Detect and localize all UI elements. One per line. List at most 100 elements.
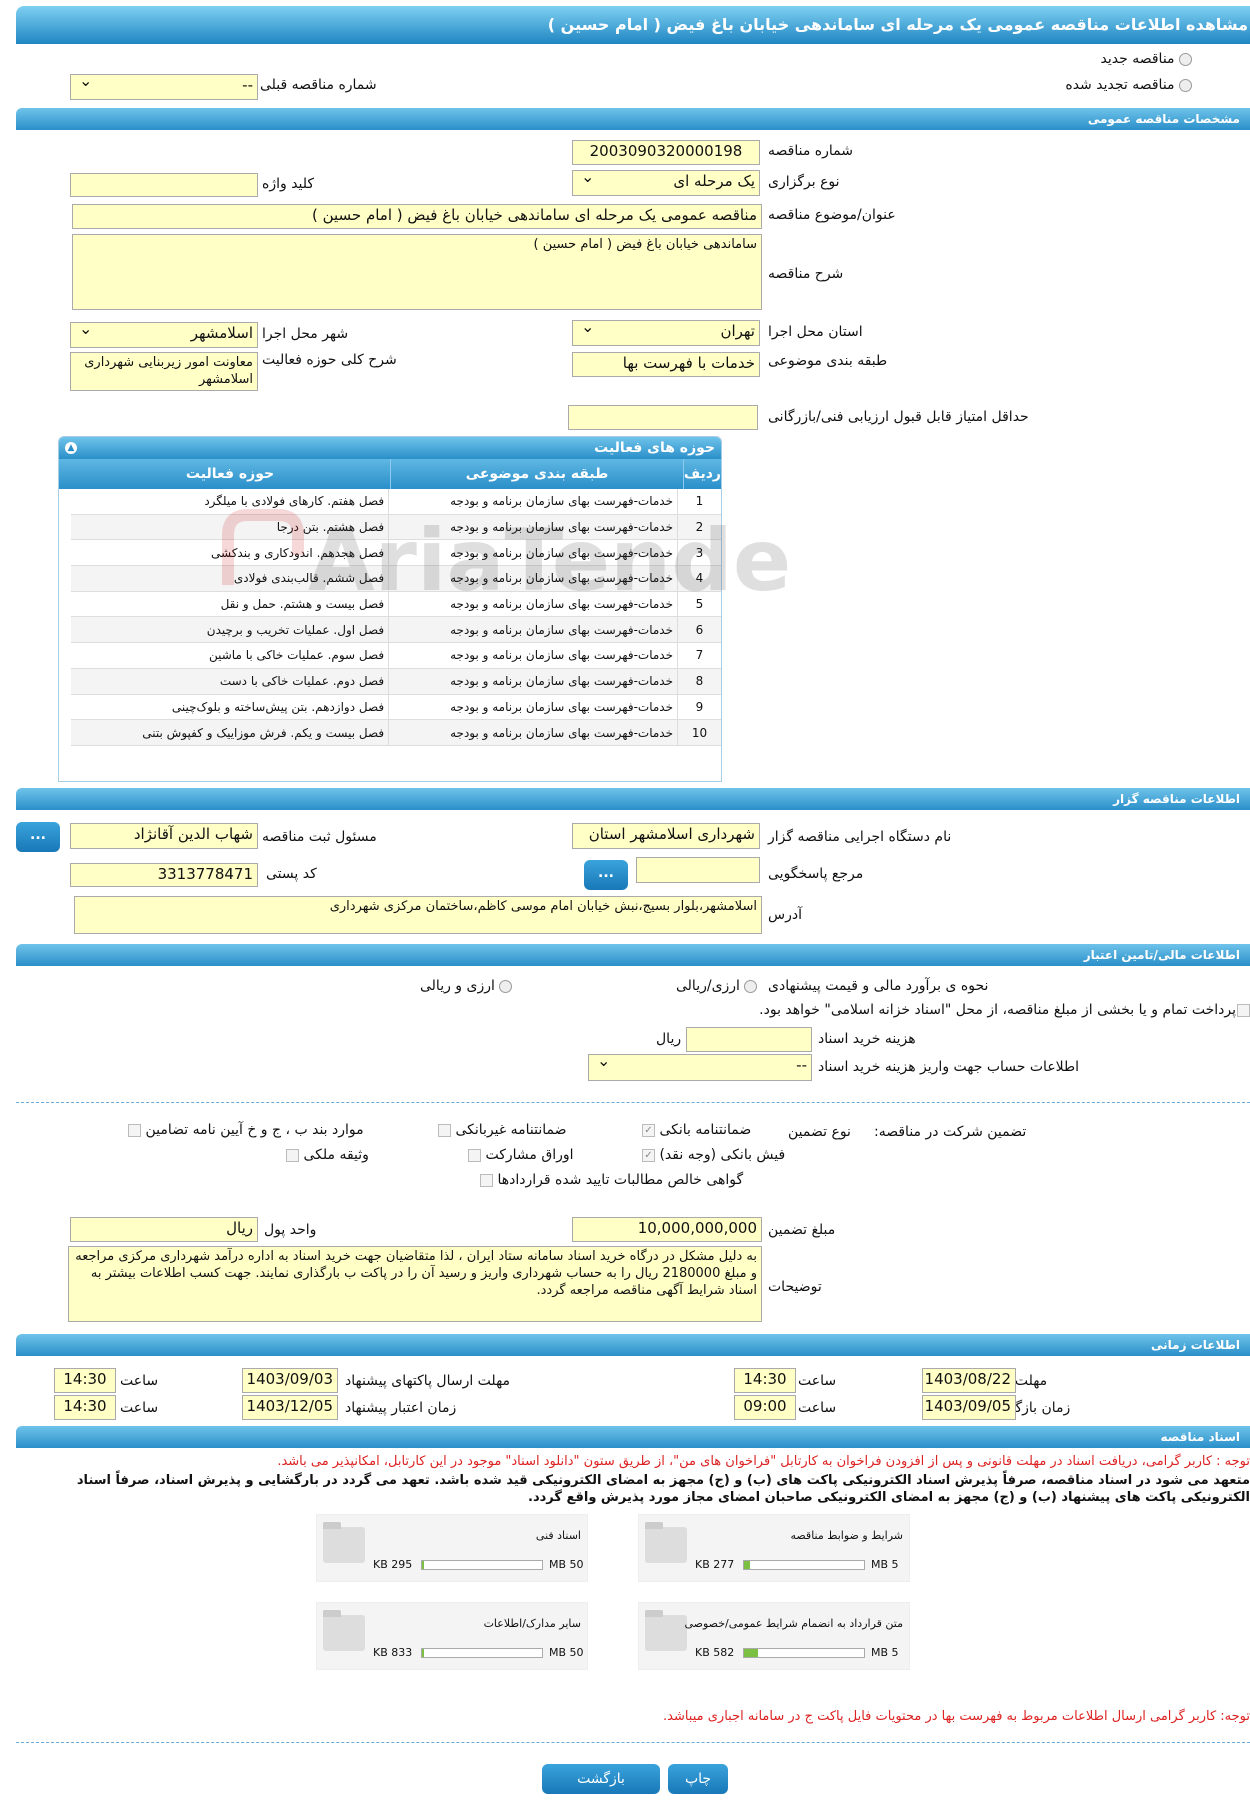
finance-section-header: اطلاعات مالی/تامین اعتبار [16, 944, 1250, 966]
select-reference-button[interactable]: ... [584, 860, 628, 890]
file-size: 295 KB [373, 1558, 413, 1571]
guarantee-label: تضمین شرکت در مناقصه: [874, 1124, 1027, 1140]
file-card-technical[interactable]: اسناد فنی 295 KB 50 MB [316, 1514, 588, 1582]
row-index-cell: 4 [677, 565, 721, 592]
receive-time-label: ساعت [798, 1373, 837, 1389]
prev-tender-select[interactable]: -- [70, 74, 258, 100]
gt-bonds-label: اوراق مشارکت [485, 1147, 574, 1163]
province-label: استان محل اجرا [768, 324, 863, 340]
activities-title: حوزه های فعالیت [594, 440, 715, 456]
category-cell: خدمات-فهرست بهای سازمان برنامه و بودجه [388, 591, 678, 618]
address-label: آدرس [768, 907, 802, 923]
table-row: 3 خدمات-فهرست بهای سازمان برنامه و بودجه ف… [71, 539, 721, 567]
city-select[interactable]: اسلامشهر [70, 322, 258, 348]
folder-icon [645, 1522, 687, 1563]
province-select[interactable]: تهران [572, 320, 760, 346]
gt-bonds[interactable]: اوراق مشارکت [468, 1147, 574, 1163]
gt-bank-label: ضمانتنامه بانکی [659, 1122, 752, 1138]
radio-icon [1179, 78, 1192, 92]
gt-claims[interactable]: گواهی خالص مطالبات تایید شده قراردادها [480, 1172, 743, 1188]
currency-label: واحد پول [264, 1222, 317, 1238]
row-index-cell: 3 [677, 539, 721, 567]
checkbox-icon [480, 1173, 493, 1187]
title-label: عنوان/موضوع مناقصه [768, 207, 896, 223]
submit-deadline-field[interactable]: 1403/09/03 [242, 1368, 338, 1393]
currency-field[interactable]: ریال [70, 1217, 258, 1242]
doc-cost-field[interactable] [686, 1027, 812, 1052]
radio-icon [744, 979, 758, 993]
checkbox-icon [128, 1123, 141, 1137]
category-cell: خدمات-فهرست بهای سازمان برنامه و بودجه [388, 642, 678, 669]
opt-fx-radio[interactable]: ارزی و ریالی [420, 978, 513, 994]
file-name: اسناد فنی [535, 1529, 581, 1542]
activity-desc-field[interactable]: معاونت امور زیربنایی شهرداری اسلامشهر [70, 352, 258, 391]
file-progress [421, 1648, 543, 1658]
org-field[interactable]: شهرداری اسلامشهر استان [572, 823, 760, 849]
checkbox-icon [1237, 1003, 1250, 1017]
opening-time-field[interactable]: 09:00 [734, 1395, 796, 1420]
new-tender-radio[interactable]: مناقصه جدید [1101, 51, 1192, 67]
file-name: شرایط و ضوابط مناقصه [790, 1529, 904, 1542]
row-index-cell: 5 [677, 591, 721, 618]
docs-notice: توجه : کاربر گرامی، دریافت اسناد در مهلت… [277, 1454, 1250, 1469]
gt-cash[interactable]: فیش بانکی (وجه نقد) ✓ [642, 1147, 785, 1163]
keyword-field[interactable] [70, 173, 258, 197]
gt-clauses-label: موارد بند ب ، ج و خ آیین نامه تضامین [145, 1122, 364, 1138]
file-max: 5 MB [871, 1646, 899, 1659]
file-name: سایر مدارک/اطلاعات [483, 1617, 581, 1630]
gt-nonbank-label: ضمانتنامه غیربانکی [455, 1122, 567, 1138]
renewed-tender-radio[interactable]: مناقصه تجدید شده [1065, 77, 1192, 93]
submit-time-field[interactable]: 14:30 [54, 1368, 116, 1393]
page-title: مشاهده اطلاعات مناقصه عمومی یک مرحله ای … [16, 6, 1250, 44]
gt-clauses[interactable]: موارد بند ب ، ج و خ آیین نامه تضامین [128, 1122, 364, 1138]
back-button[interactable]: بازگشت [542, 1764, 660, 1794]
category-field[interactable]: خدمات با فهرست بها [572, 352, 760, 377]
table-row: 8 خدمات-فهرست بهای سازمان برنامه و بودجه ف… [71, 668, 721, 695]
opt-rial-radio[interactable]: ارزی/ریالی [676, 978, 758, 994]
min-score-field[interactable] [568, 405, 758, 430]
validity-time-field[interactable]: 14:30 [54, 1395, 116, 1420]
category-label: طبقه بندی موضوعی [768, 353, 888, 369]
title-field[interactable]: مناقصه عمومی یک مرحله ای ساماندهی خیابان… [72, 204, 762, 229]
validity-date-field[interactable]: 1403/12/05 [242, 1395, 338, 1420]
submit-time-label: ساعت [120, 1373, 159, 1389]
resp-field[interactable]: شهاب الدین آقانژاد [70, 823, 258, 849]
row-index-cell: 9 [677, 694, 721, 721]
opening-date-field[interactable]: 1403/09/05 [922, 1395, 1016, 1420]
radio-icon [499, 979, 513, 993]
treasury-row[interactable] [1237, 1002, 1250, 1018]
category-cell: خدمات-فهرست بهای سازمان برنامه و بودجه [388, 616, 678, 644]
file-progress [743, 1560, 865, 1570]
gt-nonbank[interactable]: ضمانتنامه غیربانکی [438, 1122, 567, 1138]
receive-deadline-field[interactable]: 1403/08/22 [922, 1368, 1016, 1393]
category-cell: خدمات-فهرست بهای سازمان برنامه و بودجه [388, 539, 678, 567]
address-field[interactable]: اسلامشهر،بلوار بسیج،نبش خیابان امام موسی… [74, 896, 762, 934]
file-card-contract[interactable]: متن قرارداد به انضمام شرایط عمومی/خصوصی … [638, 1602, 910, 1670]
table-row: 5 خدمات-فهرست بهای سازمان برنامه و بودجه ف… [71, 591, 721, 618]
notes-field[interactable]: به دلیل مشکل در درگاه خرید اسناد سامانه … [68, 1246, 762, 1322]
activity-cell: فصل دوازدهم. بتن پیش‌ساخته و بلوک‌چینی [71, 694, 389, 721]
doc-cost-label: هزینه خرید اسناد [818, 1031, 916, 1047]
postal-field[interactable]: 3313778471 [70, 863, 258, 887]
amount-field[interactable]: 10,000,000,000 [572, 1217, 762, 1242]
divider [16, 1102, 1250, 1103]
tender-number-field[interactable]: 2003090320000198 [572, 140, 760, 165]
account-select[interactable]: -- [588, 1054, 812, 1081]
gt-property-label: وثیقه ملکی [303, 1147, 369, 1163]
file-card-conditions[interactable]: شرایط و ضوابط مناقصه 277 KB 5 MB [638, 1514, 910, 1582]
receive-time-field[interactable]: 14:30 [734, 1368, 796, 1393]
ref-field[interactable] [636, 857, 760, 883]
col-row-header: ردیف [683, 466, 721, 482]
type-select[interactable]: یک مرحله ای [572, 170, 760, 196]
collapse-icon[interactable]: ▲ [65, 442, 77, 454]
gt-property[interactable]: وثیقه ملکی [286, 1147, 369, 1163]
file-max: 50 MB [549, 1558, 584, 1571]
submit-deadline-label: مهلت ارسال پاکتهای پیشنهاد [345, 1373, 511, 1389]
gt-bank[interactable]: ضمانتنامه بانکی ✓ [642, 1122, 751, 1138]
desc-field[interactable]: ساماندهی خیابان باغ فیض ( امام حسین ) [72, 234, 762, 310]
activity-cell: فصل هفتم. کارهای فولادی با میلگرد [71, 489, 389, 515]
file-card-other[interactable]: سایر مدارک/اطلاعات 833 KB 50 MB [316, 1602, 588, 1670]
print-button[interactable]: چاپ [668, 1764, 728, 1794]
select-responsible-button[interactable]: ... [16, 822, 60, 852]
org-label: نام دستگاه اجرایی مناقصه گزار [768, 829, 952, 845]
